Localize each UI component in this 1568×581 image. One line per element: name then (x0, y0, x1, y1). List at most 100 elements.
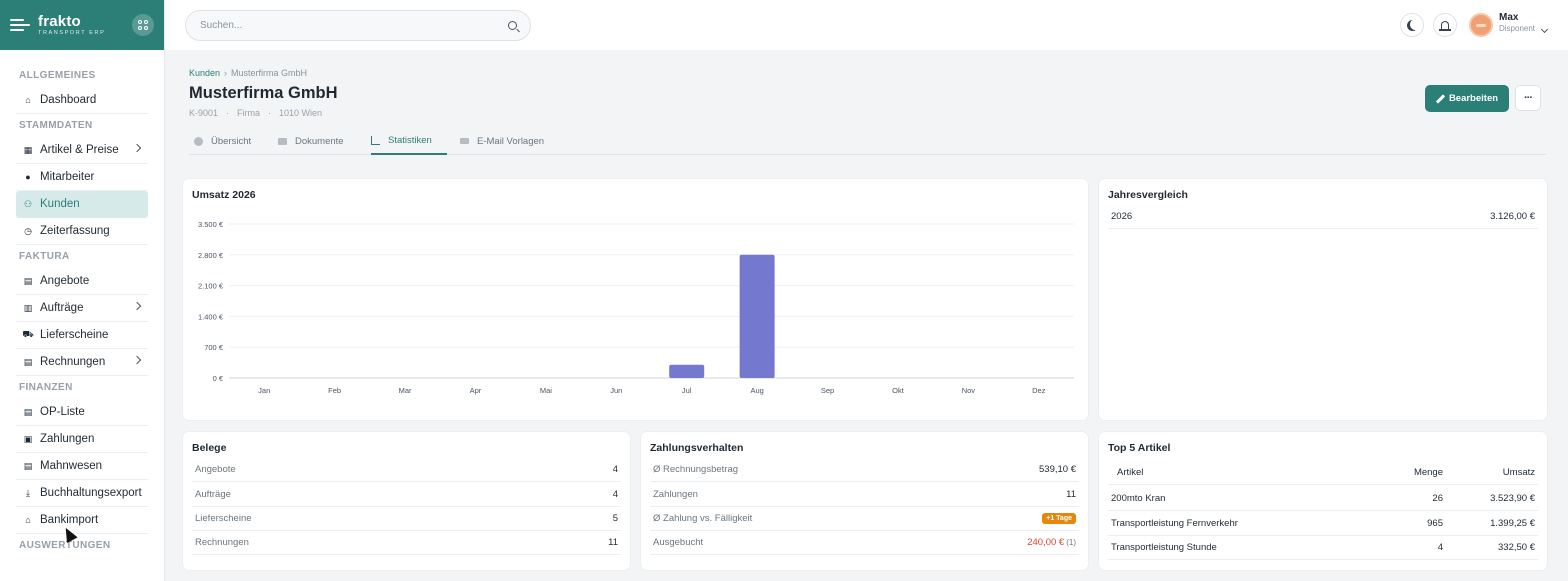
sidebar-item-bankimport[interactable]: ⌂ Bankimport (16, 507, 148, 534)
row-label: Ø Rechnungsbetrag (653, 464, 739, 475)
sidebar-item-angebote[interactable]: ▤ Angebote (16, 268, 148, 295)
payment-behaviour-card: Zahlungsverhalten Ø Rechnungsbetrag 539,1… (641, 432, 1088, 570)
col-header-article: Artikel (1117, 467, 1144, 478)
breadcrumb-current: Musterfirma GmbH (231, 68, 308, 78)
x-tick-label: Apr (470, 386, 482, 395)
tab-label: Dokumente (295, 135, 344, 147)
table-row[interactable]: 200mto Kran 26 3.523,90 € (1108, 487, 1538, 511)
documents-card-title: Belege (192, 442, 227, 454)
bar-jul[interactable] (669, 364, 705, 378)
sidebar-item-artikel-preise[interactable]: ▦ Artikel & Preise (16, 137, 148, 164)
tab-label: Übersicht (211, 135, 252, 147)
menu-toggle-icon[interactable] (10, 18, 30, 32)
avg-delay-row: Ø Zahlung vs. Fälligkeit +1 Tage (650, 507, 1079, 531)
breadcrumb-separator: › (224, 68, 228, 78)
edit-button[interactable]: Bearbeiten (1425, 85, 1509, 112)
file-warning-icon: ▤ (23, 460, 33, 471)
bar-aug[interactable] (739, 254, 775, 378)
row-value: 5 (612, 513, 618, 524)
documents-row-delivery-notes[interactable]: Lieferscheine 5 (192, 507, 621, 531)
dark-mode-toggle[interactable] (1400, 13, 1424, 37)
search-icon[interactable] (508, 21, 517, 30)
x-tick-label: Mai (540, 386, 552, 395)
avg-invoice-row: Ø Rechnungsbetrag 539,10 € (650, 458, 1079, 482)
notifications-button[interactable] (1433, 13, 1457, 37)
sidebar-section-title: STAMMDATEN (19, 119, 93, 131)
avatar[interactable] (1469, 13, 1493, 37)
tab-statistics[interactable]: Statistiken (371, 127, 447, 155)
row-label: Lieferscheine (195, 513, 252, 524)
sidebar-section-title: ALLGEMEINES (19, 69, 96, 81)
logo[interactable]: frakto TRANSPORT ERP (38, 14, 105, 37)
moon-icon (1410, 19, 1421, 30)
apps-grid-button[interactable] (132, 14, 154, 36)
customer-number: K-9001 (189, 108, 219, 118)
sidebar-section-title: FINANZEN (19, 381, 73, 393)
truck-icon: ⛟ (22, 329, 34, 339)
invoice-icon: ▤ (23, 356, 33, 367)
sidebar-item-label: Dashboard (40, 94, 97, 106)
apps-grid-icon (138, 20, 148, 30)
topbar: Max Disponent (165, 0, 1568, 50)
sidebar-item-label: OP-Liste (40, 406, 85, 418)
tab-overview[interactable]: Übersicht (194, 127, 251, 155)
row-value: 4 (612, 489, 618, 500)
more-options-button[interactable]: ··· (1515, 85, 1541, 111)
user-role: Disponent (1499, 24, 1536, 33)
delay-badge: +1 Tage (1042, 513, 1076, 524)
logo-name: frakto (38, 12, 81, 30)
sidebar-item-mitarbeiter[interactable]: ● Mitarbeiter (16, 164, 148, 191)
documents-row-invoices[interactable]: Rechnungen 11 (192, 531, 621, 555)
documents-row-offers[interactable]: Angebote 4 (192, 458, 621, 482)
sidebar-item-label: Mahnwesen (40, 460, 103, 472)
file-icon: ▤ (23, 275, 33, 286)
payment-card-title: Zahlungsverhalten (650, 442, 744, 454)
sidebar-item-label: Artikel & Preise (40, 144, 119, 156)
user-menu[interactable]: Max Disponent (1499, 12, 1549, 34)
sidebar-item-label: Zeiterfassung (40, 225, 110, 237)
tab-label: E-Mail Vorlagen (477, 135, 545, 147)
article-revenue: 3.523,90 € (1490, 493, 1535, 504)
top-articles-header: Artikel Menge Umsatz (1108, 461, 1538, 485)
table-row[interactable]: Transportleistung Fernverkehr 965 1.399,… (1108, 512, 1538, 536)
table-row[interactable]: Transportleistung Stunde 4 332,50 € (1108, 536, 1538, 560)
sidebar-item-aufträge[interactable]: ▥ Aufträge (16, 295, 148, 322)
sidebar-item-label: Aufträge (40, 302, 84, 314)
sidebar-item-kunden[interactable]: ⚇ Kunden (16, 191, 148, 218)
x-tick-label: Aug (750, 386, 763, 395)
chart-icon (371, 135, 380, 145)
boxes-icon: ▦ (23, 144, 33, 155)
search-input[interactable] (200, 20, 490, 31)
sidebar-item-lieferscheine[interactable]: ⛟ Lieferscheine (16, 322, 148, 349)
sidebar-item-op-liste[interactable]: ▤ OP-Liste (16, 399, 148, 426)
tab-documents[interactable]: Dokumente (278, 127, 344, 155)
chevron-right-icon (132, 143, 142, 153)
article-name: 200mto Kran (1111, 493, 1166, 504)
breadcrumb-parent[interactable]: Kunden (189, 68, 220, 78)
bell-icon (1439, 20, 1451, 31)
sidebar-section-title: FAKTURA (19, 250, 70, 262)
folder-icon (278, 137, 287, 145)
sidebar-item-zeiterfassung[interactable]: ◷ Zeiterfassung (16, 218, 148, 245)
brand-bar: frakto TRANSPORT ERP (0, 0, 164, 50)
sidebar-item-dashboard[interactable]: ⌂ Dashboard (16, 87, 148, 114)
clock-icon: ◷ (24, 225, 32, 236)
pencil-icon (1436, 95, 1444, 103)
row-value: 11 (608, 537, 618, 548)
row-label: Ausgebucht (653, 537, 704, 548)
tab-label: Statistiken (388, 134, 432, 146)
sidebar-section-title: AUSWERTUNGEN (19, 539, 111, 551)
sidebar-item-buchhaltungsexport[interactable]: ⤓ Buchhaltungsexport (16, 480, 148, 507)
y-tick-label: 3.500 € (198, 220, 224, 229)
tab-email-templates[interactable]: E-Mail Vorlagen (460, 127, 544, 155)
row-label: Ø Zahlung vs. Fälligkeit (653, 513, 753, 524)
x-tick-label: Okt (892, 386, 905, 395)
row-value: 11 (1066, 489, 1076, 500)
sidebar-item-zahlungen[interactable]: ▣ Zahlungen (16, 426, 148, 453)
sidebar-item-rechnungen[interactable]: ▤ Rechnungen (16, 349, 148, 376)
sidebar-item-mahnwesen[interactable]: ▤ Mahnwesen (16, 453, 148, 480)
list-icon: ▤ (23, 406, 33, 417)
year-compare-card: Jahresvergleich 2026 3.126,00 € (1099, 179, 1547, 420)
mail-icon (460, 138, 469, 144)
documents-row-orders[interactable]: Aufträge 4 (192, 483, 621, 507)
